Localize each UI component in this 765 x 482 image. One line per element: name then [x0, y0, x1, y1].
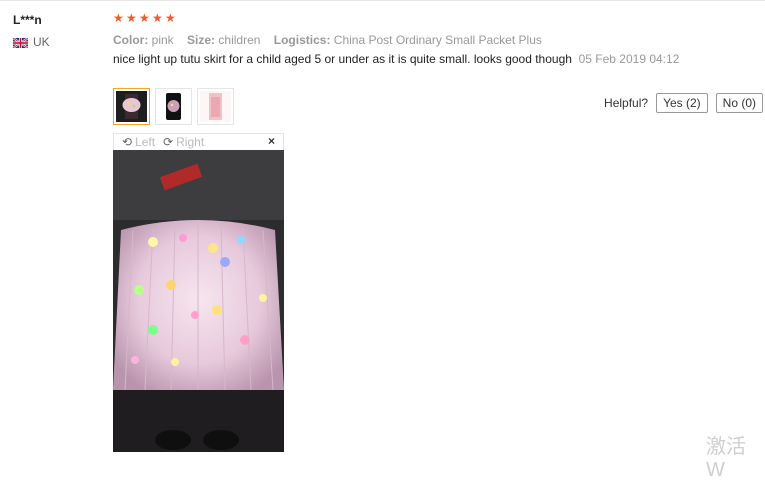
review-text-block: nice light up tutu skirt for a child age…	[113, 52, 688, 66]
country-label: UK	[33, 35, 50, 49]
star-icon: ★	[126, 11, 137, 25]
review-text: nice light up tutu skirt for a child age…	[113, 52, 572, 66]
review-body: ★ ★ ★ ★ ★ Color: pink Size: children Log…	[113, 11, 763, 452]
star-icon: ★	[139, 11, 150, 25]
size-label: Size:	[187, 33, 216, 47]
reviewer-info: L***n UK	[12, 13, 50, 49]
review-photo	[113, 150, 284, 452]
review-date: 05 Feb 2019 04:12	[578, 52, 680, 66]
thumbnail-1[interactable]	[113, 88, 150, 125]
reviewer-name: L***n	[13, 13, 42, 27]
logistics-label: Logistics:	[273, 33, 331, 47]
star-rating: ★ ★ ★ ★ ★	[113, 11, 763, 27]
size-value: children	[218, 33, 261, 47]
rotate-right-icon[interactable]: ⟳	[163, 135, 173, 149]
thumbnail-image	[200, 91, 231, 122]
helpful-yes-button[interactable]: Yes (2)	[656, 93, 708, 113]
system-watermark: 激活 W	[706, 436, 746, 481]
logistics-value: China Post Ordinary Small Packet Plus	[333, 33, 542, 47]
photo-thumbnails	[113, 88, 234, 125]
star-icon: ★	[152, 11, 163, 25]
helpful-no-button[interactable]: No (0)	[715, 93, 763, 113]
reviewer-country: UK	[12, 35, 50, 49]
star-icon: ★	[165, 11, 176, 25]
helpful-label: Helpful?	[604, 96, 649, 110]
review-attributes: Color: pink Size: children Logistics: Ch…	[113, 33, 542, 47]
helpful-section: Helpful? Yes (2) No (0)	[604, 93, 763, 113]
thumbnail-image	[158, 91, 189, 122]
thumbnail-2[interactable]	[155, 88, 192, 125]
color-label: Color:	[113, 33, 149, 47]
uk-flag-icon	[12, 37, 29, 49]
divider	[0, 0, 765, 1]
viewer-toolbar: ⟲ Left ⟳ Right ×	[113, 133, 284, 150]
thumbnail-image	[116, 91, 147, 122]
star-icon: ★	[113, 11, 124, 25]
rotate-right-button[interactable]: Right	[176, 135, 204, 149]
rotate-left-icon[interactable]: ⟲	[122, 135, 132, 149]
photo-viewer: ⟲ Left ⟳ Right ×	[113, 133, 284, 452]
color-value: pink	[151, 33, 174, 47]
rotate-left-button[interactable]: Left	[135, 135, 155, 149]
close-icon[interactable]: ×	[268, 134, 275, 148]
thumbnail-3[interactable]	[197, 88, 234, 125]
